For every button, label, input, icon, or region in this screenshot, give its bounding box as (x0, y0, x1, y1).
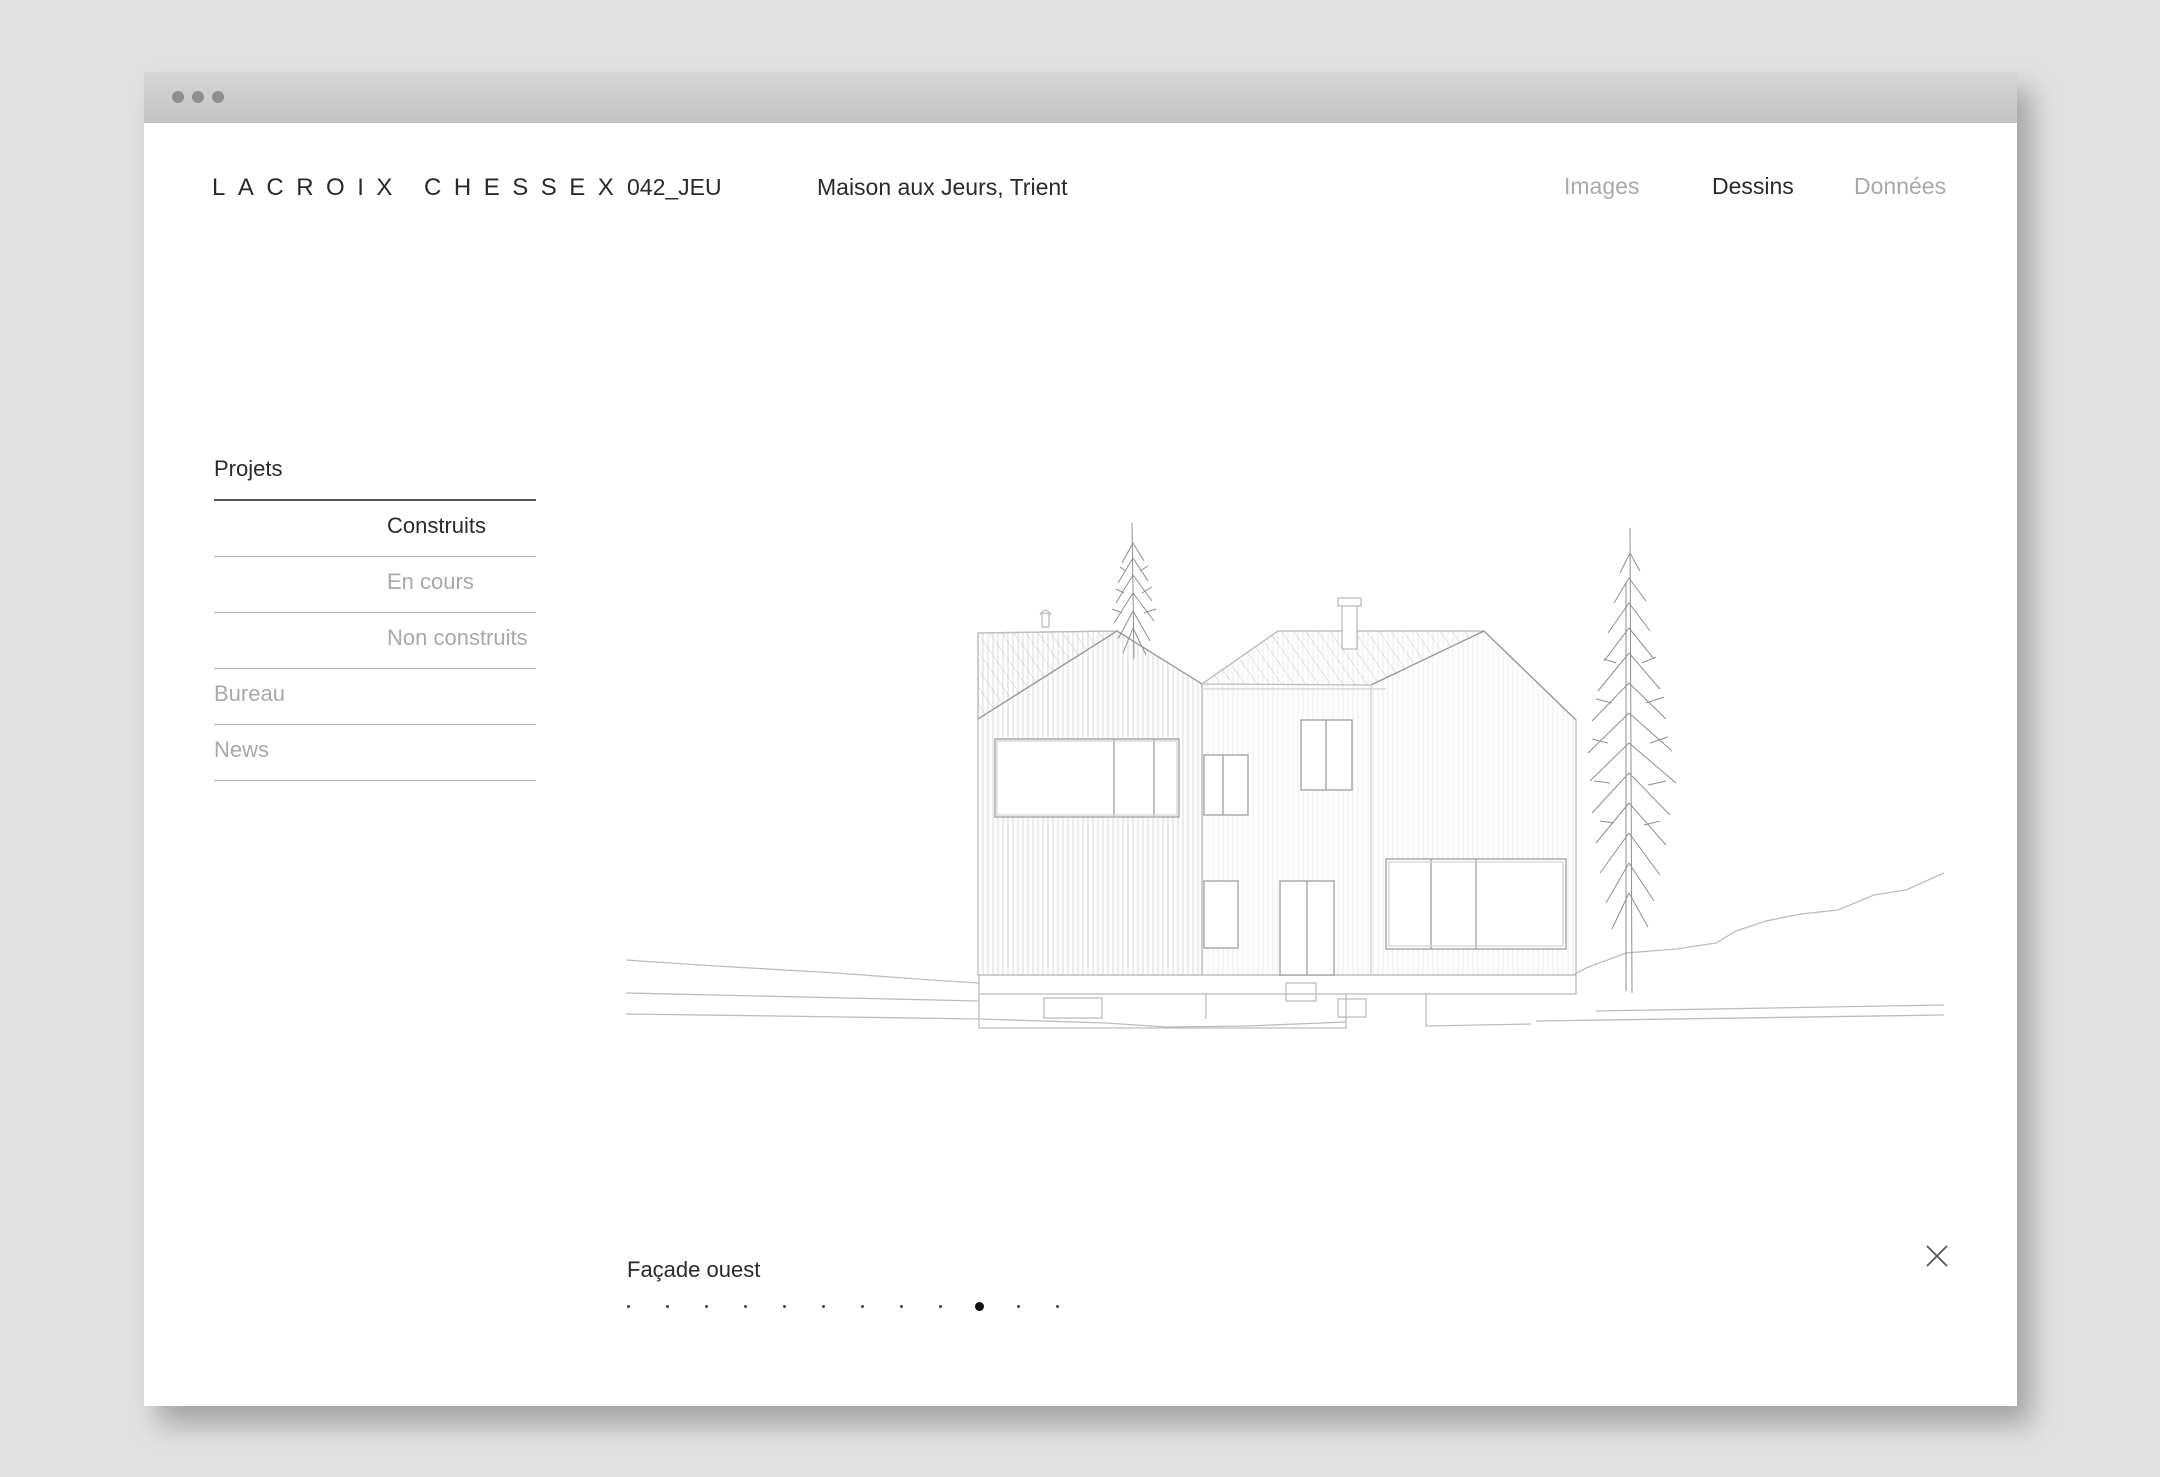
pager-dot[interactable] (1017, 1305, 1020, 1308)
nav-item-label: Bureau (214, 681, 285, 706)
window-control-dot[interactable] (172, 91, 184, 103)
pager-dot[interactable] (1056, 1305, 1059, 1308)
drawing-caption: Façade ouest (627, 1257, 761, 1282)
site-logo[interactable]: LACROIX CHESSEX (212, 174, 626, 202)
pager-dot[interactable] (822, 1305, 825, 1308)
nav-item-bureau[interactable]: Bureau (214, 669, 536, 725)
pager-dot[interactable] (705, 1305, 708, 1308)
nav-subitem-non-construits[interactable]: Non construits (214, 613, 536, 669)
pager-dot[interactable] (627, 1305, 630, 1308)
browser-window: LACROIX CHESSEX 042_JEU Maison aux Jeurs… (144, 72, 2017, 1406)
nav-item-label: News (214, 737, 270, 762)
page: LACROIX CHESSEX 042_JEU Maison aux Jeurs… (144, 123, 2017, 1406)
nav-subitem-construits[interactable]: Construits (214, 501, 536, 557)
sidebar-nav: Projets Construits En cours Non construi… (214, 444, 536, 781)
tab-images[interactable]: Images (1564, 173, 1639, 200)
nav-item-news[interactable]: News (214, 725, 536, 781)
nav-item-label: Non construits (387, 625, 528, 650)
pager-dot-active[interactable] (975, 1302, 984, 1311)
slide-pager (627, 1301, 1087, 1313)
pager-dot[interactable] (783, 1305, 786, 1308)
pager-dot[interactable] (939, 1305, 942, 1308)
nav-item-projets[interactable]: Projets (214, 444, 536, 501)
nav-item-label: En cours (387, 569, 474, 594)
window-control-dot[interactable] (192, 91, 204, 103)
tab-donnees[interactable]: Données (1854, 173, 1946, 200)
pager-dot[interactable] (900, 1305, 903, 1308)
tab-dessins[interactable]: Dessins (1712, 173, 1794, 200)
close-icon[interactable] (1924, 1243, 1950, 1269)
nav-item-label: Projets (214, 456, 283, 481)
nav-item-label: Construits (387, 513, 487, 538)
nav-subitem-en-cours[interactable]: En cours (214, 557, 536, 613)
project-title: Maison aux Jeurs, Trient (817, 174, 1068, 200)
window-control-dot[interactable] (212, 91, 224, 103)
project-code: 042_JEU (627, 174, 722, 200)
window-title-bar (144, 72, 2017, 123)
pager-dot[interactable] (666, 1305, 669, 1308)
facade-drawing (626, 522, 1945, 1029)
pager-dot[interactable] (744, 1305, 747, 1308)
pager-dot[interactable] (861, 1305, 864, 1308)
